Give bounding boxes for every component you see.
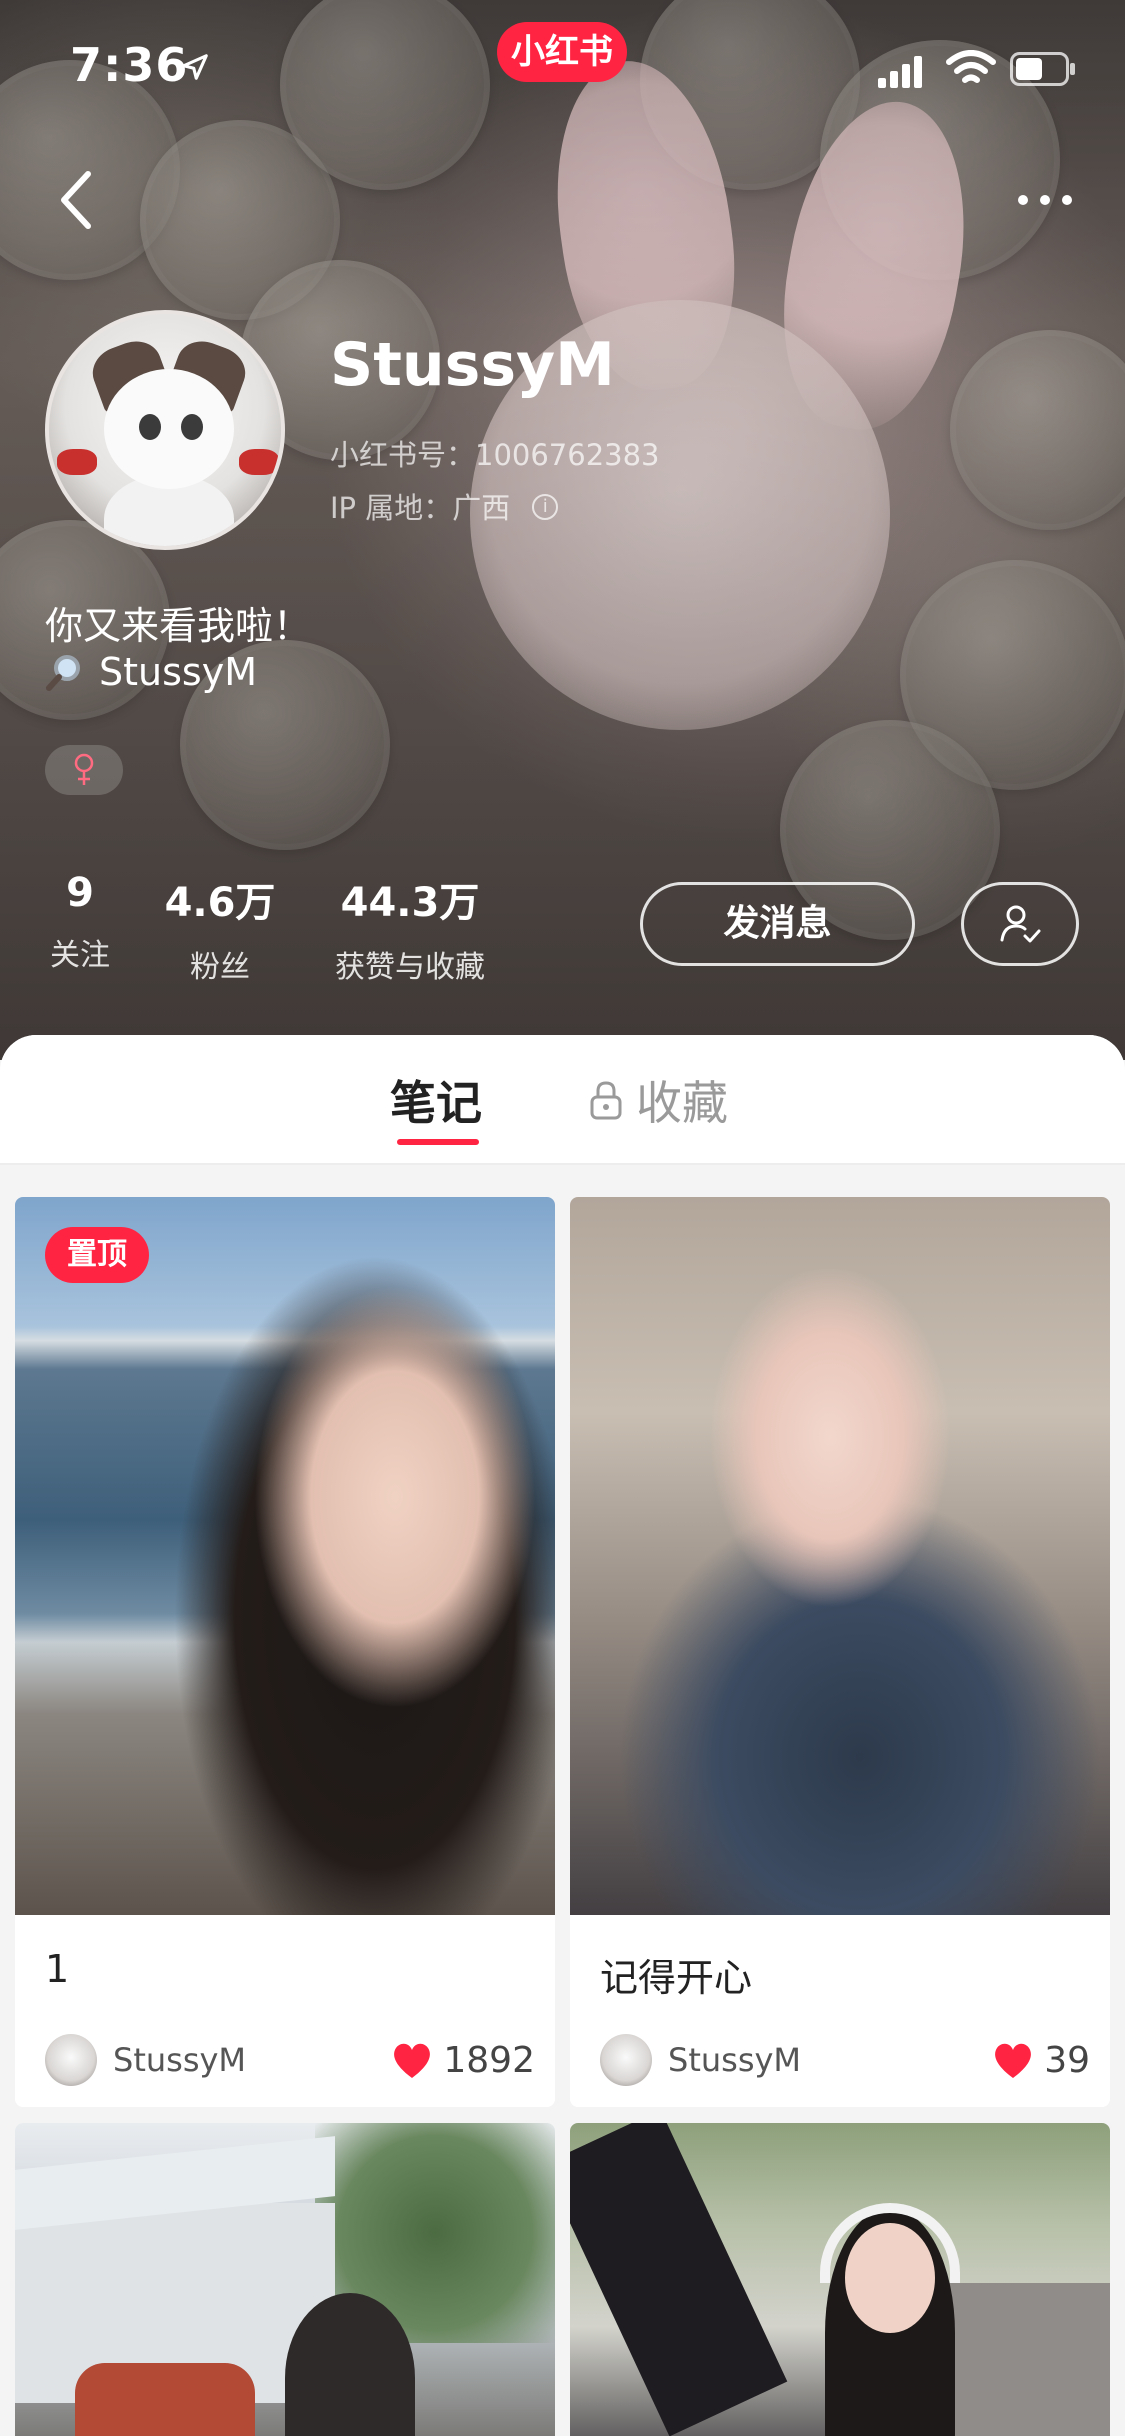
note-card[interactable]: 记得开心 StussyM 39 bbox=[570, 1197, 1110, 2107]
app-badge[interactable]: 小红书 bbox=[497, 22, 627, 82]
heart-icon[interactable] bbox=[992, 2040, 1034, 2080]
stat-followers-label: 粉丝 bbox=[190, 950, 250, 985]
note-footer: StussyM 1892 bbox=[45, 2032, 535, 2088]
note-cover-image bbox=[15, 1197, 555, 1915]
cellular-signal-icon bbox=[878, 56, 922, 88]
lock-icon bbox=[590, 1081, 622, 1120]
note-card[interactable] bbox=[570, 2123, 1110, 2436]
wifi-icon bbox=[946, 50, 996, 83]
bio-line-2: StussyM bbox=[45, 650, 257, 694]
battery-icon bbox=[1010, 52, 1075, 86]
note-card[interactable]: 置顶 1 StussyM 1892 bbox=[15, 1197, 555, 2107]
location-arrow-icon bbox=[182, 54, 208, 80]
note-card[interactable] bbox=[15, 2123, 555, 2436]
heart-icon[interactable] bbox=[391, 2040, 433, 2080]
bio-line-1: 你又来看我啦！ bbox=[45, 604, 312, 648]
note-title: 1 bbox=[45, 1947, 70, 1991]
send-message-button[interactable]: 发消息 bbox=[640, 882, 915, 966]
stat-following-label: 关注 bbox=[50, 938, 110, 973]
tab-collections[interactable]: 收藏 bbox=[588, 1067, 728, 1133]
stat-followers-value: 4.6万 bbox=[164, 880, 276, 926]
note-title: 记得开心 bbox=[600, 1956, 753, 2000]
profile-name: StussyM bbox=[330, 330, 615, 400]
magnifier-icon bbox=[46, 655, 80, 691]
gender-badge bbox=[45, 745, 123, 795]
stat-following-value: 9 bbox=[66, 870, 94, 916]
like-count: 39 bbox=[1044, 2039, 1090, 2081]
note-cover-image bbox=[570, 1197, 1110, 1915]
content-sheet: 笔记 收藏 置顶 1 StussyM 1892 记得开心 StussyM 39 bbox=[0, 1035, 1125, 2436]
note-cover-image bbox=[570, 2123, 1110, 2436]
author-name: StussyM bbox=[113, 2041, 247, 2079]
stat-followers[interactable]: 4.6万 粉丝 bbox=[160, 870, 280, 986]
profile-tabs: 笔记 收藏 bbox=[0, 1035, 1125, 1165]
note-cover-image bbox=[15, 2123, 555, 2436]
ip-location: IP 属地：广西 i bbox=[330, 485, 559, 527]
like-count: 1892 bbox=[443, 2039, 535, 2081]
stat-likes-label: 获赞与收藏 bbox=[335, 950, 485, 985]
status-bar: 7:36 小红书 bbox=[0, 0, 1125, 140]
red-id[interactable]: 小红书号：1006762383 bbox=[330, 432, 660, 474]
author-name: StussyM bbox=[668, 2041, 802, 2079]
profile-screen: 7:36 小红书 StussyM 小红书号：1006762383 IP 属地：广… bbox=[0, 0, 1125, 2436]
author-avatar bbox=[45, 2034, 97, 2086]
status-time: 7:36 bbox=[70, 38, 189, 92]
ip-location-text: IP 属地：广西 bbox=[330, 491, 511, 525]
back-button[interactable] bbox=[40, 160, 110, 240]
tab-notes[interactable]: 笔记 bbox=[390, 1067, 482, 1133]
stat-following[interactable]: 9 关注 bbox=[40, 870, 120, 974]
stat-likes-value: 44.3万 bbox=[340, 880, 480, 926]
stat-likes-collections[interactable]: 44.3万 获赞与收藏 bbox=[320, 870, 500, 986]
female-icon bbox=[74, 753, 94, 785]
profile-avatar[interactable] bbox=[45, 310, 285, 550]
pinned-badge: 置顶 bbox=[45, 1227, 149, 1283]
info-icon[interactable]: i bbox=[532, 494, 559, 520]
active-tab-indicator bbox=[397, 1139, 479, 1145]
bio-handle: StussyM bbox=[99, 650, 257, 694]
follow-status-button[interactable] bbox=[961, 882, 1079, 966]
user-check-icon bbox=[1000, 905, 1041, 943]
tab-collections-label: 收藏 bbox=[636, 1076, 728, 1130]
author-avatar bbox=[600, 2034, 652, 2086]
more-options-button[interactable] bbox=[1005, 175, 1085, 225]
note-footer: StussyM 39 bbox=[600, 2032, 1090, 2088]
